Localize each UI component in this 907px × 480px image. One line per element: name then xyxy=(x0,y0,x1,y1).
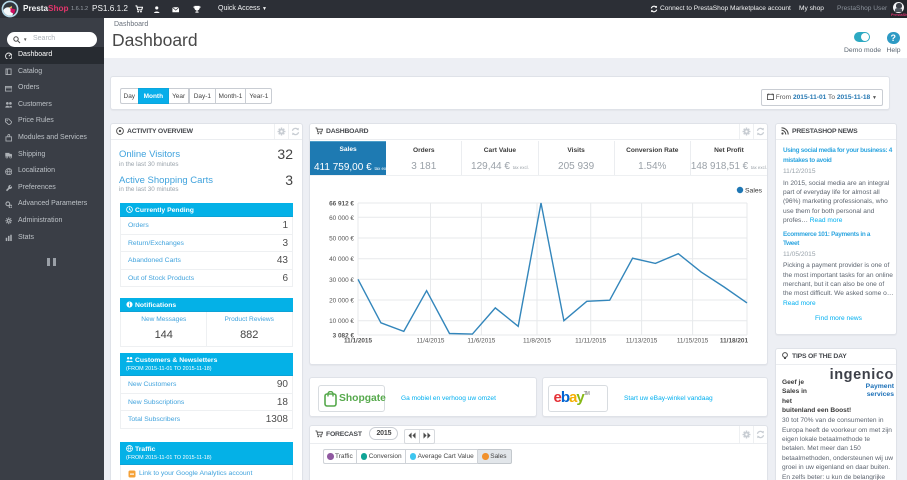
svg-text:50 000 €: 50 000 € xyxy=(329,236,354,243)
svg-text:11/1/2015: 11/1/2015 xyxy=(344,338,373,345)
svg-text:20 000 €: 20 000 € xyxy=(329,298,354,305)
svg-text:11/4/2015: 11/4/2015 xyxy=(417,338,445,345)
svg-text:11/11/2015: 11/11/2015 xyxy=(575,338,606,345)
svg-text:11/8/2015: 11/8/2015 xyxy=(523,338,551,345)
svg-text:10 000 €: 10 000 € xyxy=(329,318,354,325)
svg-text:11/18/201: 11/18/201 xyxy=(720,338,749,345)
svg-text:60 000 €: 60 000 € xyxy=(329,215,354,222)
svg-text:11/13/2015: 11/13/2015 xyxy=(626,338,658,345)
svg-text:11/6/2015: 11/6/2015 xyxy=(467,338,495,345)
svg-text:30 000 €: 30 000 € xyxy=(329,277,354,284)
svg-text:11/15/2015: 11/15/2015 xyxy=(677,338,709,345)
svg-text:40 000 €: 40 000 € xyxy=(329,256,354,263)
svg-text:66 912 €: 66 912 € xyxy=(329,201,354,208)
svg-text:Sales: Sales xyxy=(745,188,763,195)
